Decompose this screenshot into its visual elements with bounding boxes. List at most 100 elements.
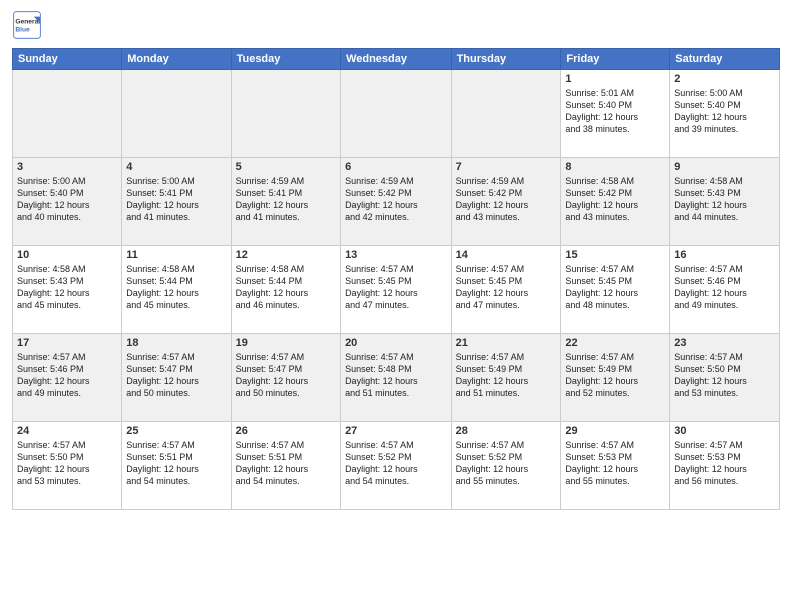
day-number: 8 [565,161,665,173]
day-info: Sunrise: 5:01 AM Sunset: 5:40 PM Dayligh… [565,87,665,136]
weekday-header-wednesday: Wednesday [341,49,452,70]
day-number: 15 [565,249,665,261]
day-info: Sunrise: 4:57 AM Sunset: 5:52 PM Dayligh… [456,439,557,488]
weekday-header-sunday: Sunday [13,49,122,70]
day-number: 25 [126,425,226,437]
weekday-header-thursday: Thursday [451,49,561,70]
calendar-cell: 17 Sunrise: 4:57 AM Sunset: 5:46 PM Dayli… [13,334,122,422]
calendar-cell: 3Sunrise: 5:00 AM Sunset: 5:40 PM Daylig… [13,158,122,246]
calendar-cell: 2 Sunrise: 5:00 AM Sunset: 5:40 PM Daylig… [670,70,780,158]
day-number: 30 [674,425,775,437]
calendar-cell: 9 Sunrise: 4:58 AM Sunset: 5:43 PM Daylig… [670,158,780,246]
page-container: General Blue SundayMondayTuesdayWednesda… [0,0,792,516]
calendar-cell: 25 Sunrise: 4:57 AM Sunset: 5:51 PM Dayli… [122,422,231,510]
calendar-cell: 6Sunrise: 4:59 AM Sunset: 5:42 PM Daylig… [341,158,452,246]
calendar-cell: 22 Sunrise: 4:57 AM Sunset: 5:49 PM Dayli… [561,334,670,422]
day-info: Sunrise: 4:57 AM Sunset: 5:45 PM Dayligh… [345,263,447,312]
weekday-header-friday: Friday [561,49,670,70]
page-header: General Blue [12,10,780,40]
day-info: Sunrise: 4:57 AM Sunset: 5:45 PM Dayligh… [565,263,665,312]
day-info: Sunrise: 4:57 AM Sunset: 5:52 PM Dayligh… [345,439,447,488]
logo: General Blue [12,10,46,40]
day-info: Sunrise: 4:58 AM Sunset: 5:42 PM Dayligh… [565,175,665,224]
day-info: Sunrise: 4:58 AM Sunset: 5:43 PM Dayligh… [674,175,775,224]
day-number: 24 [17,425,117,437]
day-info: Sunrise: 4:57 AM Sunset: 5:50 PM Dayligh… [674,351,775,400]
calendar-cell: 5 Sunrise: 4:59 AM Sunset: 5:41 PM Daylig… [231,158,340,246]
day-number: 12 [236,249,336,261]
day-info: Sunrise: 4:57 AM Sunset: 5:49 PM Dayligh… [565,351,665,400]
calendar-cell: 16 Sunrise: 4:57 AM Sunset: 5:46 PM Dayli… [670,246,780,334]
calendar-cell: 18 Sunrise: 4:57 AM Sunset: 5:47 PM Dayli… [122,334,231,422]
calendar-cell [341,70,452,158]
day-info: Sunrise: 4:57 AM Sunset: 5:51 PM Dayligh… [126,439,226,488]
calendar-cell: 21 Sunrise: 4:57 AM Sunset: 5:49 PM Dayli… [451,334,561,422]
day-info: Sunrise: 5:00 AM Sunset: 5:40 PM Dayligh… [674,87,775,136]
day-info: Sunrise: 4:57 AM Sunset: 5:45 PM Dayligh… [456,263,557,312]
day-number: 10 [17,249,117,261]
day-number: 22 [565,337,665,349]
day-info: Sunrise: 4:59 AM Sunset: 5:42 PM Dayligh… [456,175,557,224]
day-number: 19 [236,337,336,349]
day-info: Sunrise: 4:57 AM Sunset: 5:51 PM Dayligh… [236,439,336,488]
calendar-cell: 20 Sunrise: 4:57 AM Sunset: 5:48 PM Dayli… [341,334,452,422]
day-number: 29 [565,425,665,437]
calendar-cell: 12 Sunrise: 4:58 AM Sunset: 5:44 PM Dayli… [231,246,340,334]
day-info: Sunrise: 4:59 AM Sunset: 5:42 PM Dayligh… [345,175,447,224]
day-info: Sunrise: 4:58 AM Sunset: 5:44 PM Dayligh… [126,263,226,312]
weekday-header-tuesday: Tuesday [231,49,340,70]
day-info: Sunrise: 4:59 AM Sunset: 5:41 PM Dayligh… [236,175,336,224]
day-number: 23 [674,337,775,349]
calendar-cell: 1 Sunrise: 5:01 AM Sunset: 5:40 PM Daylig… [561,70,670,158]
calendar-cell: 7Sunrise: 4:59 AM Sunset: 5:42 PM Daylig… [451,158,561,246]
day-number: 18 [126,337,226,349]
day-info: Sunrise: 5:00 AM Sunset: 5:40 PM Dayligh… [17,175,117,224]
weekday-header-saturday: Saturday [670,49,780,70]
calendar-cell [231,70,340,158]
day-info: Sunrise: 4:57 AM Sunset: 5:46 PM Dayligh… [17,351,117,400]
day-info: Sunrise: 4:58 AM Sunset: 5:44 PM Dayligh… [236,263,336,312]
calendar-cell [13,70,122,158]
calendar-cell: 28 Sunrise: 4:57 AM Sunset: 5:52 PM Dayli… [451,422,561,510]
day-number: 1 [565,73,665,85]
day-number: 13 [345,249,447,261]
calendar-week-4: 17 Sunrise: 4:57 AM Sunset: 5:46 PM Dayli… [13,334,780,422]
calendar-cell: 13 Sunrise: 4:57 AM Sunset: 5:45 PM Dayli… [341,246,452,334]
day-number: 16 [674,249,775,261]
day-number: 26 [236,425,336,437]
day-number: 2 [674,73,775,85]
day-number: 20 [345,337,447,349]
calendar-table: SundayMondayTuesdayWednesdayThursdayFrid… [12,48,780,510]
day-info: Sunrise: 4:57 AM Sunset: 5:48 PM Dayligh… [345,351,447,400]
logo-icon: General Blue [12,10,42,40]
day-number: 17 [17,337,117,349]
calendar-cell: 30 Sunrise: 4:57 AM Sunset: 5:53 PM Dayli… [670,422,780,510]
calendar-cell: 14 Sunrise: 4:57 AM Sunset: 5:45 PM Dayli… [451,246,561,334]
calendar-cell: 24Sunrise: 4:57 AM Sunset: 5:50 PM Dayli… [13,422,122,510]
svg-text:Blue: Blue [15,27,30,34]
calendar-body: 1 Sunrise: 5:01 AM Sunset: 5:40 PM Daylig… [13,70,780,510]
day-info: Sunrise: 4:57 AM Sunset: 5:53 PM Dayligh… [674,439,775,488]
day-info: Sunrise: 4:57 AM Sunset: 5:49 PM Dayligh… [456,351,557,400]
calendar-cell: 26 Sunrise: 4:57 AM Sunset: 5:51 PM Dayli… [231,422,340,510]
day-number: 9 [674,161,775,173]
day-info: Sunrise: 4:57 AM Sunset: 5:47 PM Dayligh… [126,351,226,400]
calendar-cell: 23 Sunrise: 4:57 AM Sunset: 5:50 PM Dayli… [670,334,780,422]
calendar-cell: 8 Sunrise: 4:58 AM Sunset: 5:42 PM Daylig… [561,158,670,246]
calendar-cell: 11Sunrise: 4:58 AM Sunset: 5:44 PM Dayli… [122,246,231,334]
calendar-cell: 29 Sunrise: 4:57 AM Sunset: 5:53 PM Dayli… [561,422,670,510]
calendar-cell: 4Sunrise: 5:00 AM Sunset: 5:41 PM Daylig… [122,158,231,246]
day-number: 28 [456,425,557,437]
day-info: Sunrise: 4:57 AM Sunset: 5:47 PM Dayligh… [236,351,336,400]
weekday-header-monday: Monday [122,49,231,70]
day-number: 21 [456,337,557,349]
weekday-header-row: SundayMondayTuesdayWednesdayThursdayFrid… [13,49,780,70]
calendar-week-3: 10Sunrise: 4:58 AM Sunset: 5:43 PM Dayli… [13,246,780,334]
day-info: Sunrise: 4:57 AM Sunset: 5:53 PM Dayligh… [565,439,665,488]
calendar-cell: 10Sunrise: 4:58 AM Sunset: 5:43 PM Dayli… [13,246,122,334]
calendar-header: SundayMondayTuesdayWednesdayThursdayFrid… [13,49,780,70]
day-number: 5 [236,161,336,173]
day-number: 14 [456,249,557,261]
day-info: Sunrise: 5:00 AM Sunset: 5:41 PM Dayligh… [126,175,226,224]
day-info: Sunrise: 4:57 AM Sunset: 5:46 PM Dayligh… [674,263,775,312]
